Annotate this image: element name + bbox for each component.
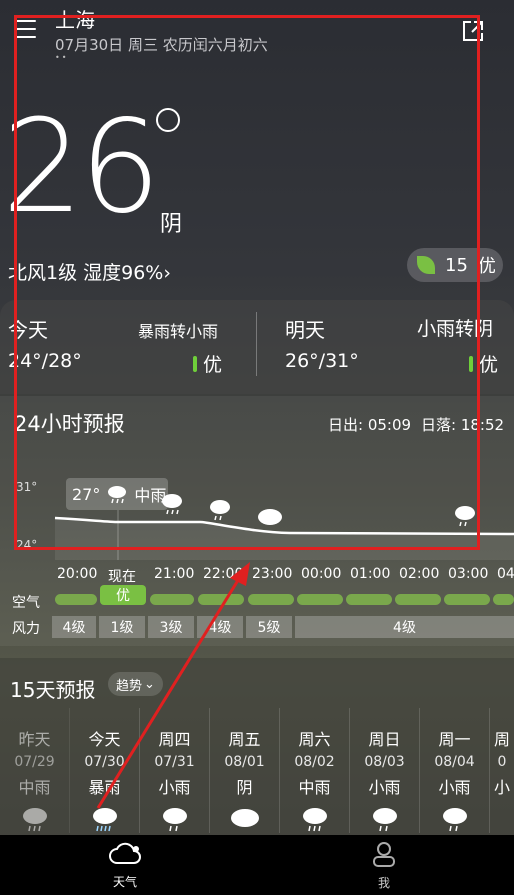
aqi-bar xyxy=(346,594,392,605)
rain-cloud-icon xyxy=(108,486,127,504)
nav-me[interactable]: 我 xyxy=(334,835,434,895)
fifteen-day-title: 15天预报 xyxy=(10,678,96,702)
tomorrow-condition: 小雨转阴 xyxy=(417,318,494,340)
air-row-label: 空气 xyxy=(12,595,40,611)
page-indicator: •• xyxy=(55,53,69,62)
aqi-bar xyxy=(297,594,343,605)
rain-cloud-icon xyxy=(162,494,182,515)
forecast-day-column[interactable]: 周日 08/03 小雨 xyxy=(350,708,420,833)
forecast-day-column[interactable]: 周四 07/31 小雨 xyxy=(140,708,210,833)
bottom-nav: 天气 我 xyxy=(0,835,514,895)
forecast-day-column[interactable]: 周六 08/02 中雨 xyxy=(280,708,350,833)
forecast-day-column[interactable]: 周0小 xyxy=(490,708,514,833)
aqi-bar xyxy=(493,594,514,605)
leaf-icon xyxy=(417,256,435,274)
trend-button[interactable]: 趋势 ⌄ xyxy=(108,672,163,696)
wind-level-cell: 4级 xyxy=(52,616,96,638)
hour-label: 04 xyxy=(497,566,514,582)
forecast-day-column[interactable]: 周一 08/04 小雨 xyxy=(420,708,490,833)
aqi-bar xyxy=(395,594,441,605)
aqi-label: 优 xyxy=(477,256,496,277)
nav-weather[interactable]: 天气 xyxy=(75,835,175,895)
hour-label: 03:00 xyxy=(448,566,489,582)
weather-cloud-icon xyxy=(109,842,141,864)
sunset-time: 日落: 18:52 xyxy=(421,416,505,434)
aqi-bar xyxy=(444,594,490,605)
forecast-day-column[interactable]: 周五 08/01 阴 xyxy=(210,708,280,833)
current-hour-tooltip: 27° 中雨 xyxy=(66,478,168,510)
date-line: 07月30日 周三 农历闰六月初六 xyxy=(55,36,268,54)
wind-level-cell: 4级 xyxy=(295,616,514,638)
today-title: 今天 xyxy=(8,318,48,342)
hour-label: 21:00 xyxy=(154,566,195,582)
rain-cloud-icon xyxy=(372,808,397,832)
rain-cloud-icon xyxy=(442,808,467,832)
today-quality: 优 xyxy=(193,350,222,377)
wind-level-cell: 1级 xyxy=(99,616,145,638)
hour-label: 20:00 xyxy=(57,566,98,582)
heavy-rain-icon xyxy=(92,808,117,832)
hour-label: 23:00 xyxy=(252,566,293,582)
rain-cloud-icon xyxy=(22,808,47,832)
hourly-title: 24小时预报 xyxy=(14,412,125,436)
cloud-icon xyxy=(230,809,259,827)
aqi-bar xyxy=(55,594,97,605)
wind-level-cell: 5级 xyxy=(246,616,292,638)
forecast-day-column[interactable]: 今天 07/30 暴雨 xyxy=(70,708,140,833)
hour-label: 00:00 xyxy=(301,566,342,582)
sunrise-time: 日出: 05:09 xyxy=(328,416,412,434)
hour-label: 现在 xyxy=(108,569,136,585)
card-divider xyxy=(256,312,257,376)
wind-level-cell: 3级 xyxy=(148,616,194,638)
hour-label: 22:00 xyxy=(203,566,244,582)
tomorrow-title: 明天 xyxy=(285,318,325,342)
wind-row-label: 风力 xyxy=(12,621,40,637)
rain-cloud-icon xyxy=(455,506,475,527)
share-icon[interactable] xyxy=(462,20,484,42)
user-icon xyxy=(373,842,395,867)
rain-cloud-icon xyxy=(210,500,230,521)
aqi-bar xyxy=(248,594,294,605)
wind-level-cell: 4级 xyxy=(197,616,243,638)
wind-humidity[interactable]: 北风1级 湿度96%› xyxy=(8,258,171,285)
aqi-bar xyxy=(198,594,244,605)
rain-cloud-icon xyxy=(302,808,327,832)
current-temperature: 26 xyxy=(2,93,161,242)
city-name[interactable]: 上海 xyxy=(55,4,95,33)
tomorrow-temps: 26°/31° xyxy=(285,350,359,372)
menu-icon[interactable] xyxy=(14,20,36,40)
tomorrow-quality: 优 xyxy=(469,350,498,377)
today-condition: 暴雨转小雨 xyxy=(138,322,219,341)
aqi-value: 15 xyxy=(445,254,468,276)
degree-symbol xyxy=(156,108,180,132)
hour-label: 02:00 xyxy=(399,566,440,582)
aqi-bar xyxy=(150,594,194,605)
nav-weather-label: 天气 xyxy=(112,875,137,889)
hour-label: 01:00 xyxy=(350,566,391,582)
current-condition: 阴 xyxy=(160,212,183,237)
cloud-icon xyxy=(258,509,282,525)
nav-me-label: 我 xyxy=(377,876,390,890)
now-aqi-badge: 优 xyxy=(100,585,146,605)
forecast-day-column[interactable]: 昨天 07/29 中雨 xyxy=(0,708,70,833)
today-temps: 24°/28° xyxy=(8,350,82,372)
aqi-badge[interactable]: 15 优 xyxy=(407,248,503,282)
chevron-down-icon: ⌄ xyxy=(144,676,155,692)
rain-cloud-icon xyxy=(162,808,187,832)
